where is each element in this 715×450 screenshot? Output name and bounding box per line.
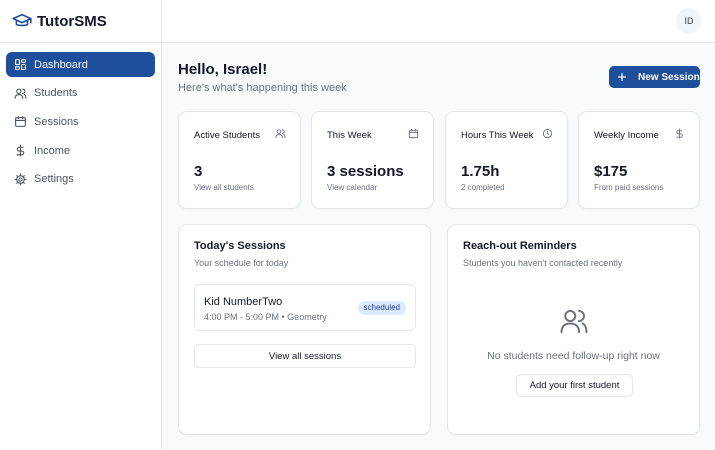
page-title: Hello, Israel! <box>178 61 268 78</box>
sidebar-nav: Dashboard Students Sessions Income Setti… <box>0 43 161 204</box>
users-icon <box>275 128 286 139</box>
stat-link[interactable]: View calendar <box>327 183 377 192</box>
session-student-name: Kid NumberTwo <box>204 296 283 308</box>
plus-icon <box>617 72 627 82</box>
stat-sub: 2 completed <box>461 183 505 192</box>
stat-card-weekly-income[interactable]: Weekly Income $175 From paid sessions <box>578 111 700 209</box>
page-subtitle: Here's what's happening this week <box>178 82 347 94</box>
stat-title: Weekly Income <box>594 130 659 141</box>
stat-title: Active Students <box>194 130 261 141</box>
sidebar-item-label: Settings <box>34 173 74 186</box>
sidebar-item-dashboard[interactable]: Dashboard <box>6 52 155 77</box>
dashboard-icon <box>14 58 27 71</box>
add-first-student-button[interactable]: Add your first student <box>516 374 633 397</box>
gear-icon <box>14 173 27 186</box>
view-all-sessions-button[interactable]: View all sessions <box>194 344 416 368</box>
panel-title: Today's Sessions <box>194 240 286 252</box>
users-icon <box>559 306 589 336</box>
panel-subtitle: Your schedule for today <box>194 258 289 268</box>
stat-title: Hours This Week <box>461 130 534 141</box>
today-sessions-panel: Today's Sessions Your schedule for today… <box>178 224 431 435</box>
stat-link[interactable]: View all students <box>194 183 254 192</box>
new-session-label: New Session <box>638 71 700 83</box>
graduation-cap-icon <box>12 13 32 29</box>
sidebar-item-label: Income <box>34 144 71 157</box>
sidebar-item-students[interactable]: Students <box>6 81 155 106</box>
empty-state-text: No students need follow-up right now <box>487 350 660 362</box>
stat-card-active-students[interactable]: Active Students 3 View all students <box>178 111 301 209</box>
sidebar-item-sessions[interactable]: Sessions <box>6 109 155 134</box>
stat-value: 3 <box>194 163 203 180</box>
sidebar-item-income[interactable]: Income <box>6 138 155 163</box>
clock-icon <box>542 128 553 139</box>
sidebar-item-label: Dashboard <box>34 58 88 71</box>
stat-value: 1.75h <box>461 163 500 180</box>
panel-subtitle: Students you haven't contacted recently <box>463 258 623 268</box>
top-bar: ID <box>162 0 715 43</box>
status-badge: scheduled <box>357 301 406 315</box>
stat-value: 3 sessions <box>327 163 404 180</box>
reminders-panel: Reach-out Reminders Students you haven't… <box>447 224 700 435</box>
stat-sub: From paid sessions <box>594 183 664 192</box>
users-icon <box>14 87 27 100</box>
dollar-icon <box>14 144 27 157</box>
sidebar-item-label: Sessions <box>34 115 79 128</box>
calendar-icon <box>14 115 27 128</box>
stat-value: $175 <box>594 163 628 180</box>
sidebar-item-label: Students <box>34 87 78 100</box>
avatar[interactable]: ID <box>676 8 702 34</box>
panel-title: Reach-out Reminders <box>463 240 577 252</box>
stat-card-this-week[interactable]: This Week 3 sessions View calendar <box>311 111 434 209</box>
new-session-button[interactable]: New Session <box>609 66 700 88</box>
sidebar-item-settings[interactable]: Settings <box>6 167 155 192</box>
session-meta: 4:00 PM - 5:00 PM • Geometry <box>204 312 327 322</box>
session-item[interactable]: Kid NumberTwo 4:00 PM - 5:00 PM • Geomet… <box>194 284 416 331</box>
stat-card-hours-this-week[interactable]: Hours This Week 1.75h 2 completed <box>445 111 568 209</box>
stat-title: This Week <box>327 130 372 141</box>
app-name: TutorSMS <box>37 12 107 30</box>
brand[interactable]: TutorSMS <box>0 0 161 43</box>
calendar-icon <box>408 128 419 139</box>
dollar-icon <box>674 128 685 139</box>
sidebar: TutorSMS Dashboard Students Sessions Inc… <box>0 0 162 450</box>
